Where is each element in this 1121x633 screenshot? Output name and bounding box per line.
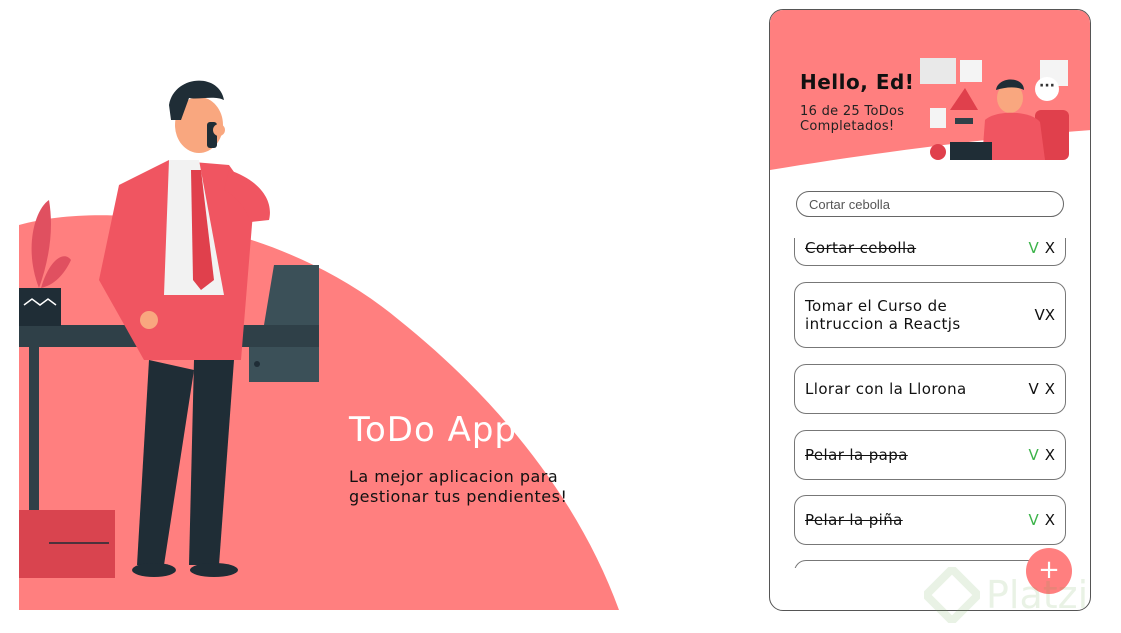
more-options-icon[interactable]: ··· [1035,77,1059,101]
delete-x-icon[interactable]: X [1045,239,1055,257]
watermark-text: Platzi [986,573,1089,617]
platzi-watermark: Platzi [924,565,1114,625]
platzi-logo-icon [924,567,980,623]
todo-text: Tomar el Curso de intruccion a Reactjs [805,297,961,333]
complete-check-icon[interactable]: V [1028,446,1038,464]
todo-item: Llorar con la Llorona V X [794,364,1066,414]
businessman-illustration [19,80,319,578]
complete-check-icon[interactable]: V [1028,511,1038,529]
todo-progress-counter: 16 de 25 ToDos Completados! [800,104,905,134]
todo-text: Llorar con la Llorona [805,380,967,398]
todo-list: Cortar cebolla V X Tomar el Curso de int… [794,238,1068,568]
todo-item: Pelar la papa V X [794,430,1066,480]
todo-text: Cortar cebolla [805,239,917,257]
todo-text: Pelar la papa [805,446,908,464]
todo-item: Cortar cebolla V X [794,238,1066,266]
delete-x-icon[interactable]: X [1045,511,1055,529]
todo-text: Pelar la piña [805,511,903,529]
todo-item: Tomar el Curso de intruccion a Reactjs V… [794,282,1066,348]
complete-check-icon[interactable]: V [1034,306,1044,324]
hero-section: ToDo App La mejor aplicacion para gestio… [19,0,619,633]
delete-x-icon[interactable]: X [1045,446,1055,464]
search-input[interactable] [796,191,1064,217]
complete-check-icon[interactable]: V [1028,380,1038,398]
greeting-heading: Hello, Ed! [800,70,915,94]
delete-x-icon[interactable]: X [1045,380,1055,398]
complete-check-icon[interactable]: V [1028,239,1038,257]
todo-item: Pelar la piña V X [794,495,1066,545]
app-header: Hello, Ed! 16 de 25 ToDos Completados! ·… [770,10,1090,170]
todo-app-card: Hello, Ed! 16 de 25 ToDos Completados! ·… [769,9,1091,611]
hero-subtitle: La mejor aplicacion para gestionar tus p… [349,467,568,506]
hero-title: ToDo App [349,410,518,450]
delete-x-icon[interactable]: X [1045,306,1055,324]
